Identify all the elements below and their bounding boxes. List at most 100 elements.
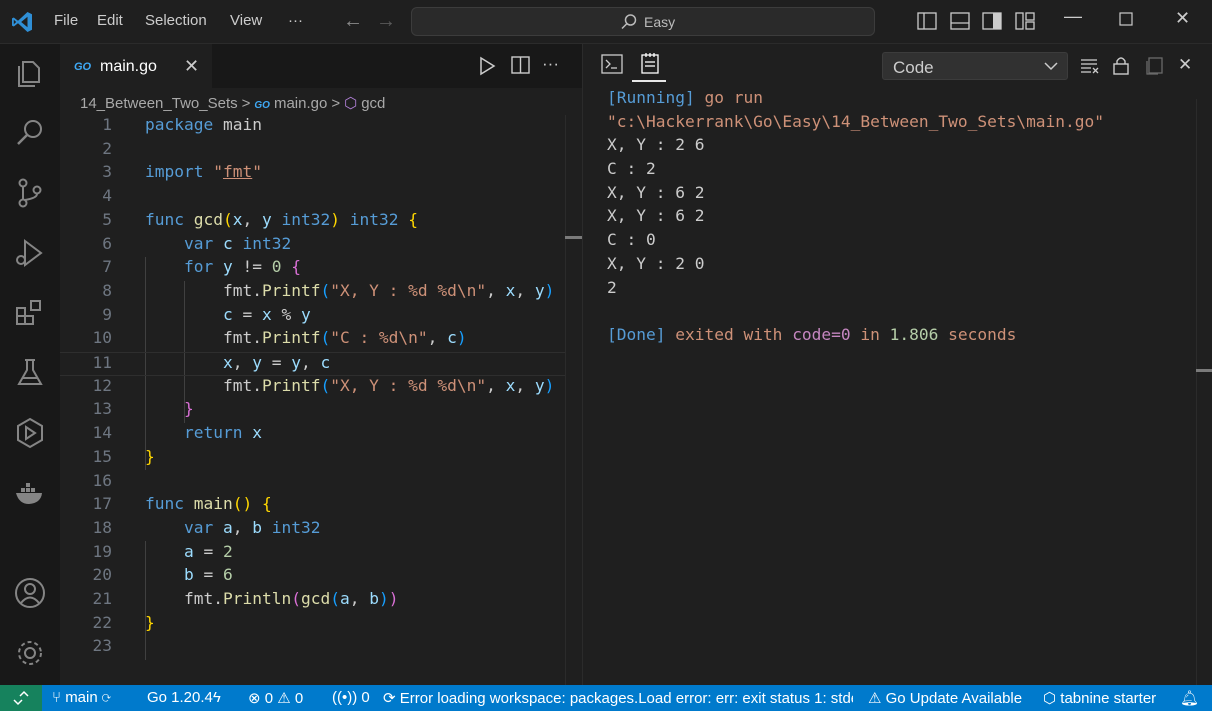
output-line: X, Y : 6 2 (607, 183, 1104, 207)
output-text-segment: X, Y : 2 0 (607, 253, 705, 273)
command-center-search[interactable]: Easy (411, 7, 875, 36)
vscode-logo-icon[interactable] (10, 10, 34, 34)
code-line: 19 a = 2 (92, 541, 233, 561)
output-line: [Running] go run (607, 88, 1104, 112)
remote-explorer-icon[interactable] (13, 416, 47, 450)
output-line: X, Y : 6 2 (607, 206, 1104, 230)
code-line: 18 var a, b int32 (92, 517, 321, 537)
code-line: 20 b = 6 (92, 565, 233, 585)
output-text-segment: go run (694, 88, 763, 107)
remote-indicator[interactable] (0, 685, 42, 711)
output-text-segment: 1.806 (889, 324, 939, 344)
docker-icon[interactable] (13, 476, 47, 510)
editor-scroll-marker (565, 236, 582, 239)
clear-output-icon[interactable] (1080, 57, 1100, 75)
breadcrumb-separator: > (331, 95, 341, 112)
editor-tab-bar: GO main.go ✕ ··· (60, 44, 582, 88)
code-line: 23 (92, 636, 113, 656)
close-window-icon[interactable]: ✕ (1175, 8, 1190, 29)
output-text-segment: C : 2 (607, 159, 656, 179)
tab-main-go[interactable]: GO main.go ✕ (60, 44, 212, 88)
breadcrumb-separator: > (241, 95, 251, 112)
run-file-icon[interactable] (478, 56, 496, 76)
accounts-icon[interactable] (13, 576, 47, 610)
code-line: 2 (102, 138, 112, 158)
output-line: C : 2 (607, 159, 1104, 183)
tab-label: main.go (100, 58, 157, 75)
branch-icon: ⑂ (52, 689, 62, 706)
close-tab-icon[interactable]: ✕ (184, 56, 199, 77)
branch-status[interactable]: ⑂ main ⟳ (52, 689, 111, 706)
terminal-icon[interactable] (601, 54, 623, 74)
broadcast-icon: ((•)) (332, 689, 358, 706)
code-line-current: 11 x, y = y, c (60, 352, 565, 376)
output-text-segment: 2 (607, 277, 617, 297)
command-center-label: Easy (644, 14, 676, 30)
output-text-segment: "c:\Hackerrank\Go\Easy\14_Between_Two_Se… (607, 111, 1105, 131)
notifications-bell-icon[interactable]: 🔔︎ (1180, 689, 1199, 707)
search-activity-icon[interactable] (13, 116, 47, 150)
ports-status[interactable]: ((•)) 0 (332, 689, 370, 706)
output-text-segment: in (850, 324, 890, 344)
output-channel-select[interactable]: Code (882, 52, 1068, 80)
warning-icon: ⚠ (868, 690, 882, 707)
output-text-segment: X, Y : 2 6 (607, 135, 705, 155)
code-line: 14 return x (92, 423, 262, 443)
code-line: 16 (92, 470, 113, 490)
code-line: 4 (102, 186, 112, 206)
minimize-icon[interactable]: — (1064, 6, 1082, 27)
code-line: 5 func gcd(x, y int32) int32 { (102, 209, 418, 229)
back-arrow-icon[interactable]: ← (343, 10, 363, 33)
problems-status[interactable]: ⊗ 0 ⚠ 0 (248, 689, 303, 707)
editor-scrollbar[interactable] (565, 115, 566, 685)
error-icon: ⊗ (248, 690, 261, 707)
extensions-icon[interactable] (13, 296, 47, 330)
go-version-status[interactable]: Go 1.20.4ϟ (147, 689, 221, 706)
output-line: C : 0 (607, 230, 1104, 254)
explorer-icon[interactable] (13, 56, 47, 90)
breadcrumb-symbol[interactable]: gcd (361, 95, 385, 112)
menu-edit[interactable]: Edit (97, 12, 123, 29)
editor-group: GO main.go ✕ ··· 14_Between_Two_Sets > GO m… (60, 44, 582, 685)
toggle-panel-icon[interactable] (950, 12, 970, 30)
settings-gear-icon[interactable] (13, 636, 47, 670)
breadcrumb-file[interactable]: main.go (274, 95, 327, 112)
workspace-error-status[interactable]: ⟳ Error loading workspace: packages.Load… (383, 689, 853, 707)
more-actions-icon[interactable]: ··· (542, 54, 559, 74)
go-file-icon: GO (74, 61, 92, 73)
output-text-segment: C : 0 (607, 230, 656, 250)
toggle-secondary-sidebar-icon[interactable] (982, 12, 1002, 30)
code-line: 3 import "fmt" (102, 162, 262, 182)
output-tab-icon[interactable] (640, 52, 660, 74)
menu-more[interactable]: ··· (288, 12, 303, 29)
code-line: 7 for y != 0 { (102, 257, 301, 277)
customize-layout-icon[interactable] (1015, 12, 1035, 30)
go-update-status[interactable]: ⚠ Go Update Available (868, 689, 1022, 707)
testing-icon[interactable] (13, 356, 47, 390)
source-control-icon[interactable] (13, 176, 47, 210)
menu-view[interactable]: View (230, 12, 262, 29)
open-in-editor-icon[interactable] (1145, 55, 1165, 75)
toggle-primary-sidebar-icon[interactable] (917, 12, 937, 30)
output-text-segment: X, Y : 6 2 (607, 182, 705, 202)
status-bar: ⑂ main ⟳ Go 1.20.4ϟ ⊗ 0 ⚠ 0 ((•)) 0 ⟳ Er… (0, 685, 1212, 711)
maximize-icon[interactable] (1119, 12, 1133, 26)
lightning-icon: ϟ (212, 689, 221, 706)
activity-bar (0, 44, 60, 685)
menu-file[interactable]: File (54, 12, 78, 29)
code-line: 12 fmt.Printf("X, Y : %d %d\n", x, y) (92, 375, 555, 395)
lock-scroll-icon[interactable] (1112, 55, 1130, 75)
menu-selection[interactable]: Selection (145, 12, 207, 29)
sync-icon: ⟳ (101, 689, 111, 706)
forward-arrow-icon[interactable]: → (376, 10, 396, 33)
split-editor-icon[interactable] (511, 56, 531, 74)
panel-scrollbar[interactable] (1196, 99, 1197, 685)
close-panel-icon[interactable]: ✕ (1178, 55, 1192, 75)
tabnine-status[interactable]: ⬡ tabnine starter (1043, 689, 1156, 707)
breadcrumb-folder[interactable]: 14_Between_Two_Sets (80, 95, 238, 112)
run-debug-icon[interactable] (13, 236, 47, 270)
breadcrumb: 14_Between_Two_Sets > GO main.go > ⬡ gcd (80, 94, 389, 114)
warning-icon: ⚠ (277, 690, 291, 707)
output-text-segment: seconds (938, 324, 1017, 344)
code-line: 10 fmt.Printf("C : %d\n", c) (92, 328, 467, 348)
